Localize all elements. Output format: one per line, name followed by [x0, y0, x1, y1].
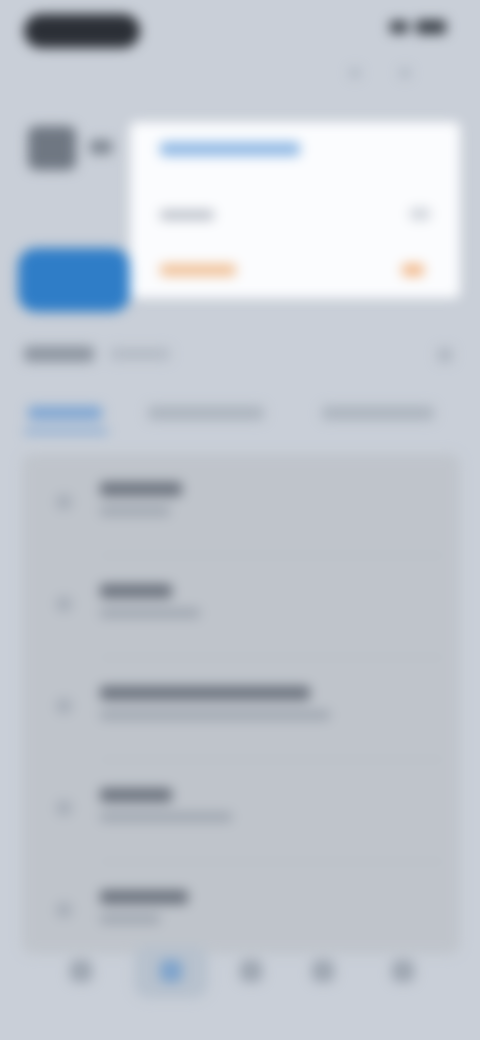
- list-item-subtitle: [100, 914, 160, 924]
- profile-icon[interactable]: [392, 960, 414, 982]
- tab-bar: [0, 396, 480, 436]
- list-item[interactable]: [22, 556, 460, 658]
- card-footer-badge[interactable]: [402, 264, 424, 276]
- list-item[interactable]: [22, 760, 460, 862]
- battery-icon: [416, 20, 446, 34]
- card-title: [160, 142, 300, 156]
- list-item-subtitle: [100, 812, 232, 822]
- bottom-nav: [0, 942, 480, 1012]
- signal-icon: [390, 21, 408, 33]
- tab-active-indicator: [24, 430, 108, 433]
- list-item-title: [100, 686, 310, 700]
- list-panel: [22, 454, 460, 954]
- list-item-icon: [56, 494, 72, 510]
- message-icon[interactable]: [312, 960, 334, 982]
- tab-2[interactable]: [148, 406, 264, 420]
- status-icons: [390, 20, 446, 34]
- status-bar: [0, 0, 480, 64]
- chevron-right-icon[interactable]: [90, 140, 112, 154]
- list-item[interactable]: [22, 454, 460, 556]
- action-icon[interactable]: [400, 68, 410, 78]
- home-icon[interactable]: [70, 960, 92, 982]
- primary-button[interactable]: [18, 248, 130, 312]
- list-item-subtitle: [100, 608, 200, 618]
- list-item-title: [100, 788, 172, 802]
- list-item[interactable]: [22, 658, 460, 760]
- list-item-icon: [56, 698, 72, 714]
- list-item-icon: [56, 902, 72, 918]
- popup-card[interactable]: [130, 122, 460, 298]
- tab-1[interactable]: [28, 406, 102, 420]
- blurred-screen: [0, 0, 480, 1040]
- card-footer-link[interactable]: [160, 264, 236, 276]
- status-time-pill: [24, 14, 140, 48]
- card-close-icon[interactable]: [410, 208, 430, 220]
- header-actions: [350, 68, 410, 78]
- section-subtitle: [110, 348, 170, 360]
- avatar-icon[interactable]: [28, 126, 76, 170]
- card-subtitle: [160, 210, 214, 220]
- list-item-title: [100, 890, 188, 904]
- list-item-title: [100, 482, 182, 496]
- tab-3[interactable]: [322, 406, 434, 420]
- action-icon[interactable]: [350, 68, 360, 78]
- section-title: [24, 346, 94, 362]
- list-icon[interactable]: [240, 960, 262, 982]
- list-item-title: [100, 584, 172, 598]
- list-item-subtitle: [100, 506, 170, 516]
- list-item-subtitle: [100, 710, 330, 720]
- list-item-icon: [56, 800, 72, 816]
- chevron-right-icon[interactable]: [438, 348, 452, 362]
- list-item-icon: [56, 596, 72, 612]
- compass-icon[interactable]: [160, 960, 182, 982]
